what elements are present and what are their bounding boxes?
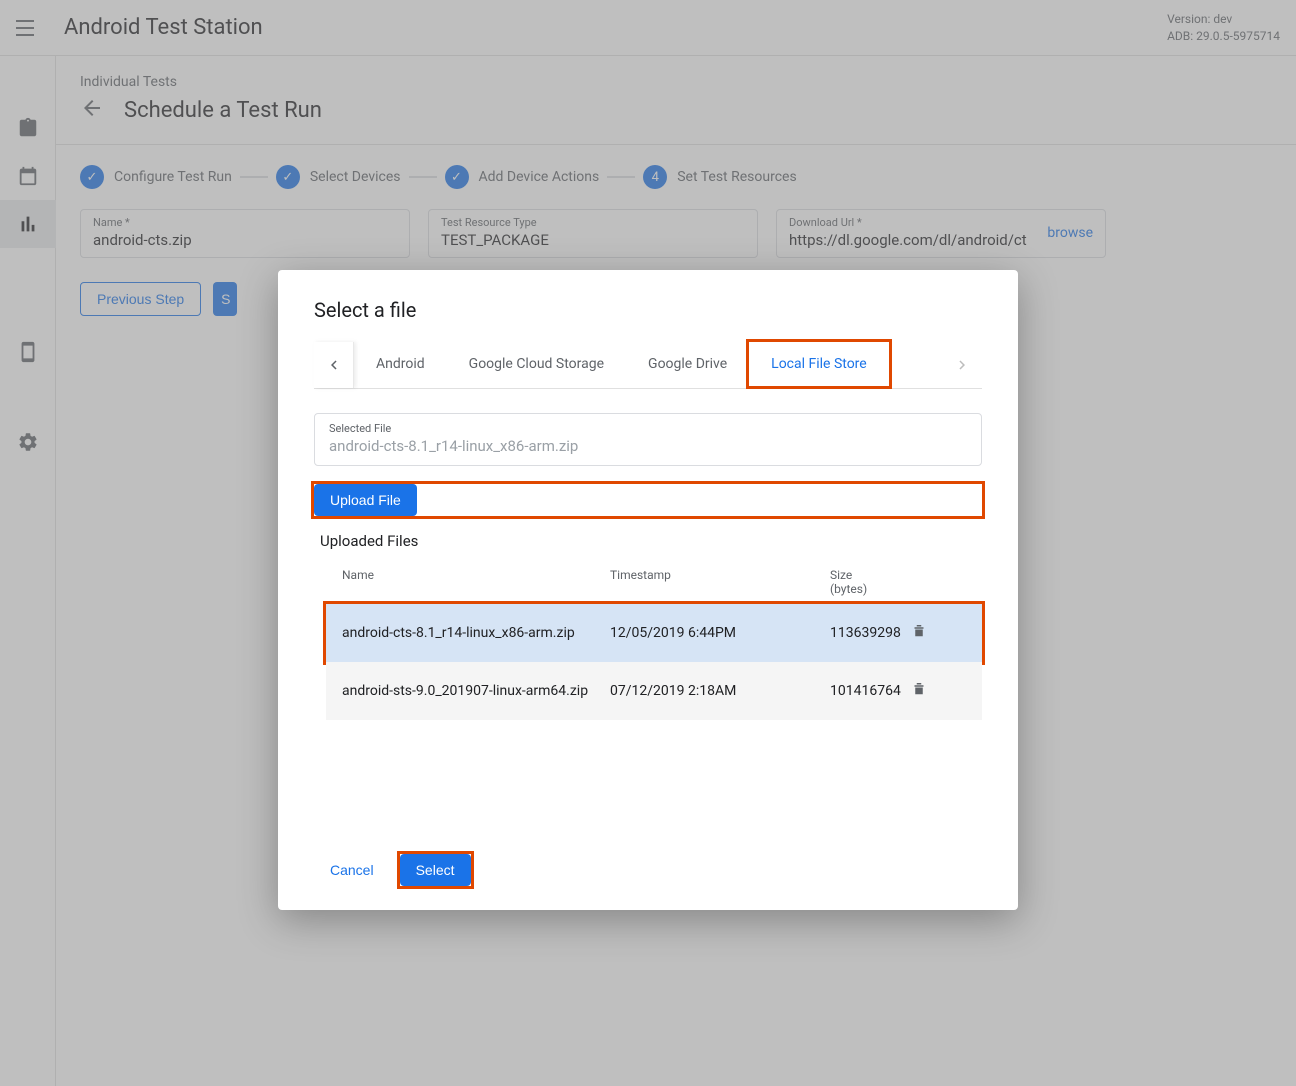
select-file-dialog: Select a file Android Google Cloud Stora… (278, 270, 1018, 910)
selected-file-field[interactable]: Selected File android-cts-8.1_r14-linux_… (314, 413, 982, 466)
tabs-scroll-left[interactable] (314, 342, 354, 388)
file-name: android-sts-9.0_201907-linux-arm64.zip (342, 683, 610, 699)
tabs-scroll-right[interactable] (942, 342, 982, 388)
chevron-left-icon (325, 356, 343, 374)
cancel-button[interactable]: Cancel (314, 854, 390, 886)
tab-drive[interactable]: Google Drive (626, 342, 749, 388)
dialog-footer: Cancel Select (314, 834, 982, 886)
select-button-wrap: Select (400, 854, 471, 886)
tab-local-file-store[interactable]: Local File Store (749, 342, 889, 388)
modal-overlay: Select a file Android Google Cloud Stora… (0, 0, 1296, 1086)
file-timestamp: 07/12/2019 2:18AM (610, 683, 830, 699)
uploaded-files-heading: Uploaded Files (320, 532, 982, 550)
uploaded-files-table: Name Timestamp Size (bytes) android-cts-… (326, 560, 982, 720)
table-row[interactable]: android-cts-8.1_r14-linux_x86-arm.zip 12… (326, 604, 982, 662)
table-header: Name Timestamp Size (bytes) (326, 560, 982, 604)
upload-file-wrap: Upload File (314, 484, 982, 516)
tab-gcs[interactable]: Google Cloud Storage (447, 342, 626, 388)
delete-file-button[interactable] (910, 680, 940, 702)
col-size: Size (bytes) (830, 568, 910, 596)
delete-icon (910, 680, 928, 698)
select-button[interactable]: Select (400, 854, 471, 886)
col-timestamp: Timestamp (610, 568, 830, 596)
file-name: android-cts-8.1_r14-linux_x86-arm.zip (342, 625, 610, 641)
col-name: Name (342, 568, 610, 596)
tab-android[interactable]: Android (354, 342, 447, 388)
upload-file-button[interactable]: Upload File (314, 484, 417, 516)
dialog-title: Select a file (314, 298, 982, 322)
field-label: Selected File (329, 422, 967, 435)
chevron-right-icon (953, 356, 971, 374)
delete-file-button[interactable] (910, 622, 940, 644)
field-value: android-cts-8.1_r14-linux_x86-arm.zip (329, 437, 967, 455)
table-row[interactable]: android-sts-9.0_201907-linux-arm64.zip 0… (326, 662, 982, 720)
source-tabs: Android Google Cloud Storage Google Driv… (314, 342, 982, 389)
file-size: 101416764 (830, 683, 910, 699)
file-size: 113639298 (830, 625, 910, 641)
file-timestamp: 12/05/2019 6:44PM (610, 625, 830, 641)
delete-icon (910, 622, 928, 640)
